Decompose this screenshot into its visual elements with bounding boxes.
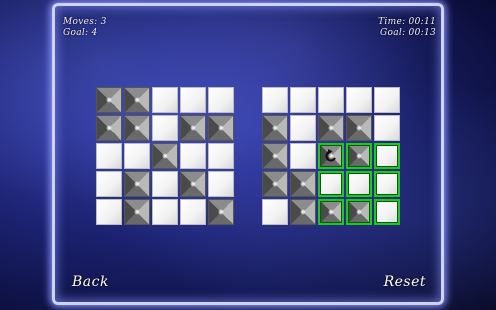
tile-white[interactable]	[374, 87, 400, 113]
goal-time: Goal: 00:13	[380, 28, 436, 38]
tile-dark[interactable]	[346, 199, 372, 225]
tile-white	[152, 87, 178, 113]
tile-dark	[124, 199, 150, 225]
tile-dark[interactable]	[262, 143, 288, 169]
tile-dark	[96, 115, 122, 141]
tile-white[interactable]	[374, 199, 400, 225]
stats-left: Moves: 3 Goal: 4	[63, 17, 107, 39]
tile-white[interactable]	[262, 199, 288, 225]
tile-white[interactable]	[262, 87, 288, 113]
tile-dark	[152, 143, 178, 169]
tile-dark[interactable]	[290, 199, 316, 225]
tile-white	[180, 199, 206, 225]
tile-white	[208, 171, 234, 197]
tile-white	[96, 171, 122, 197]
tile-dark	[124, 115, 150, 141]
tile-white[interactable]	[374, 171, 400, 197]
tile-white[interactable]	[346, 87, 372, 113]
tile-white	[208, 87, 234, 113]
tile-white[interactable]	[290, 143, 316, 169]
reset-button[interactable]: Reset	[384, 274, 426, 290]
tile-white[interactable]	[290, 115, 316, 141]
tile-dark	[180, 115, 206, 141]
tile-dark	[96, 87, 122, 113]
moves-counter: Moves: 3	[63, 17, 107, 27]
tile-dark[interactable]	[318, 115, 344, 141]
tile-white[interactable]	[374, 143, 400, 169]
back-button[interactable]: Back	[72, 274, 109, 290]
tile-white	[180, 143, 206, 169]
tile-white	[124, 143, 150, 169]
tile-dark[interactable]	[318, 143, 344, 169]
tile-white	[152, 171, 178, 197]
tile-dark	[208, 199, 234, 225]
goal-moves: Goal: 4	[63, 28, 98, 38]
tile-white	[180, 87, 206, 113]
tile-white	[208, 143, 234, 169]
tile-dark[interactable]	[346, 143, 372, 169]
tile-white[interactable]	[374, 115, 400, 141]
stats-right: Time: 00:11 Goal: 00:13	[378, 17, 436, 39]
tile-dark	[180, 171, 206, 197]
rotate-icon[interactable]	[324, 149, 338, 163]
tile-white[interactable]	[318, 171, 344, 197]
timer: Time: 00:11	[378, 17, 436, 27]
tile-white	[96, 199, 122, 225]
tile-dark	[124, 87, 150, 113]
tile-white	[152, 115, 178, 141]
tile-dark[interactable]	[290, 171, 316, 197]
tile-white	[152, 199, 178, 225]
tile-white	[96, 143, 122, 169]
tile-white[interactable]	[346, 171, 372, 197]
play-board[interactable]	[262, 87, 400, 225]
tile-dark[interactable]	[346, 115, 372, 141]
tile-white[interactable]	[318, 87, 344, 113]
tile-dark[interactable]	[262, 115, 288, 141]
tile-dark[interactable]	[318, 199, 344, 225]
target-board	[96, 87, 234, 225]
tile-dark	[124, 171, 150, 197]
tile-dark	[208, 115, 234, 141]
tile-white[interactable]	[290, 87, 316, 113]
tile-dark[interactable]	[262, 171, 288, 197]
